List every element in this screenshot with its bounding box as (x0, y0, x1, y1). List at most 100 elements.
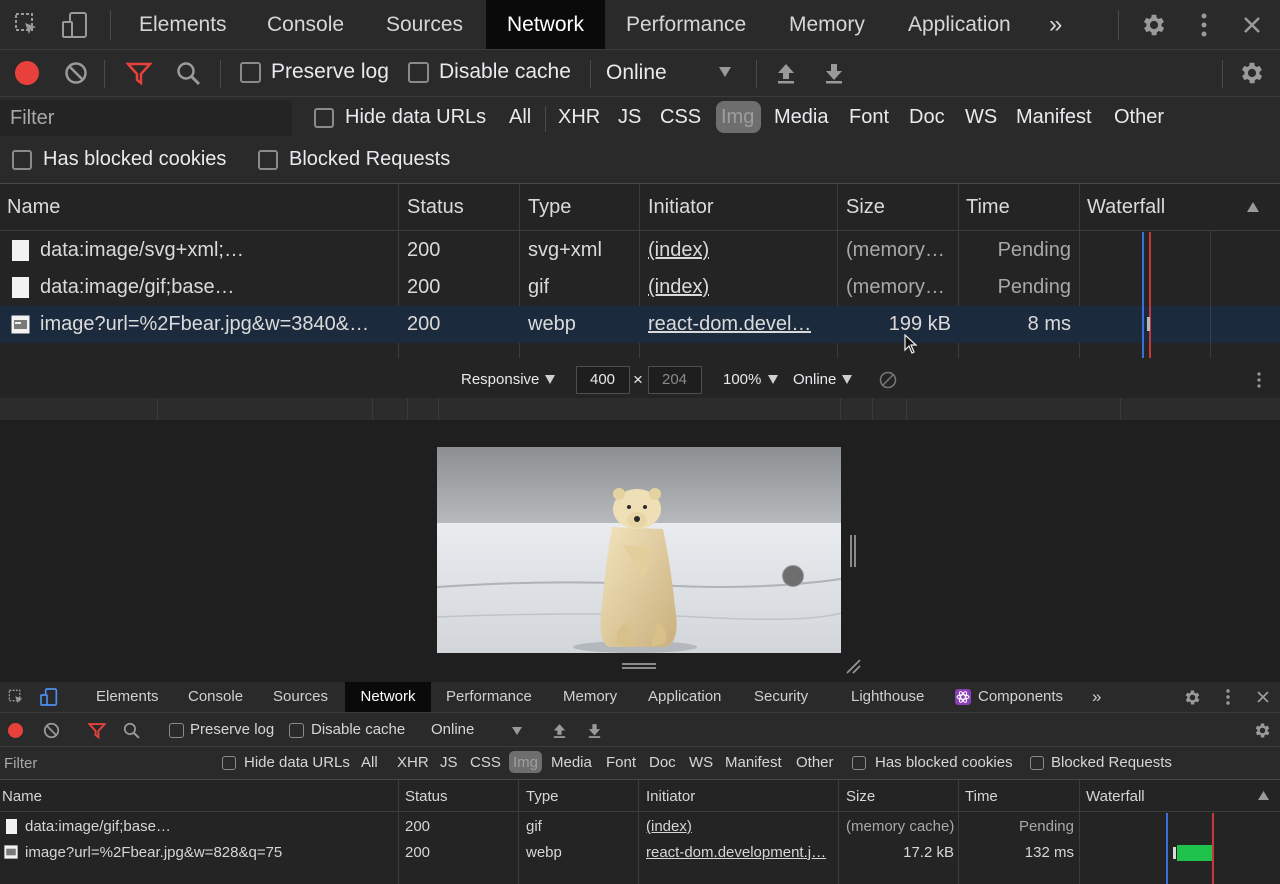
hide-data-urls-checkbox[interactable] (222, 756, 236, 770)
inspect-element-icon[interactable] (14, 12, 40, 38)
filter-type-xhr[interactable]: XHR (397, 754, 429, 771)
column-status[interactable]: Status (405, 788, 448, 805)
filter-type-all[interactable]: All (509, 106, 531, 129)
column-name[interactable]: Name (2, 788, 42, 805)
filter-type-media[interactable]: Media (774, 106, 828, 129)
request-initiator[interactable]: (index) (648, 239, 709, 262)
tab-elements[interactable]: Elements (96, 682, 159, 712)
throttling-select[interactable]: Online (431, 721, 474, 738)
filter-type-media[interactable]: Media (551, 754, 592, 771)
tab-performance[interactable]: Performance (626, 0, 746, 49)
filter-type-xhr[interactable]: XHR (558, 106, 600, 129)
tab-security[interactable]: Security (754, 682, 808, 712)
table-row-selected[interactable]: image?url=%2Fbear.jpg&w=3840&… 200 webp … (0, 306, 1280, 343)
device-toolbar-icon[interactable] (39, 687, 59, 707)
filter-type-other[interactable]: Other (796, 754, 834, 771)
search-icon[interactable] (176, 61, 202, 87)
rotate-disabled-icon[interactable] (879, 371, 897, 389)
column-initiator[interactable]: Initiator (648, 196, 714, 219)
search-icon[interactable] (123, 722, 141, 740)
chevron-down-icon[interactable] (768, 375, 778, 384)
close-icon[interactable] (1256, 690, 1270, 704)
column-type[interactable]: Type (528, 196, 571, 219)
filter-icon[interactable] (88, 722, 106, 740)
filter-icon[interactable] (126, 61, 152, 87)
sort-up-icon[interactable] (1258, 791, 1269, 800)
column-status[interactable]: Status (407, 196, 464, 219)
filter-type-img-chip[interactable]: Img (716, 101, 761, 133)
clear-icon[interactable] (64, 61, 88, 85)
filter-type-img-chip[interactable]: Img (509, 751, 542, 773)
sort-up-icon[interactable] (1246, 201, 1260, 213)
filter-type-manifest[interactable]: Manifest (725, 754, 782, 771)
request-initiator[interactable]: react-dom.development.j… (646, 844, 826, 861)
tab-memory[interactable]: Memory (789, 0, 865, 49)
table-row[interactable]: data:image/gif;base… 200 gif (index) (me… (0, 814, 1280, 840)
tab-memory[interactable]: Memory (563, 682, 617, 712)
chevron-down-icon[interactable] (512, 727, 522, 735)
preserve-log-checkbox[interactable] (169, 723, 184, 738)
filter-input[interactable]: Filter (4, 755, 37, 772)
import-har-icon[interactable] (551, 722, 568, 739)
corner-resize-icon[interactable] (845, 658, 861, 674)
network-settings-gear-icon[interactable] (1253, 721, 1272, 740)
filter-type-js[interactable]: JS (440, 754, 458, 771)
import-har-icon[interactable] (774, 61, 798, 85)
chevron-down-icon[interactable] (545, 375, 555, 384)
chevron-down-icon[interactable] (842, 375, 852, 384)
tab-application[interactable]: Application (908, 0, 1011, 49)
more-options-icon[interactable] (1196, 12, 1212, 38)
filter-input[interactable]: Filter (0, 100, 292, 136)
column-waterfall[interactable]: Waterfall (1087, 196, 1165, 219)
tab-lighthouse[interactable]: Lighthouse (851, 682, 924, 712)
column-size[interactable]: Size (846, 788, 875, 805)
filter-type-doc[interactable]: Doc (649, 754, 676, 771)
blocked-requests-checkbox[interactable] (258, 150, 278, 170)
export-har-icon[interactable] (822, 61, 846, 85)
filter-type-ws[interactable]: WS (965, 106, 997, 129)
tab-console[interactable]: Console (188, 682, 243, 712)
filter-type-all[interactable]: All (361, 754, 378, 771)
device-toolbar-icon[interactable] (60, 10, 90, 40)
device-mode-select[interactable]: Responsive (461, 371, 539, 388)
settings-gear-icon[interactable] (1140, 11, 1168, 39)
record-button[interactable] (8, 723, 23, 738)
request-initiator[interactable]: react-dom.devel… (648, 313, 811, 336)
tab-sources[interactable]: Sources (273, 682, 328, 712)
tab-components[interactable]: Components (978, 682, 1063, 712)
viewport-width-input[interactable]: 400 (576, 366, 630, 394)
more-tabs-button[interactable]: » (1092, 682, 1101, 712)
filter-type-css[interactable]: CSS (470, 754, 501, 771)
preserve-log-checkbox[interactable] (240, 62, 261, 83)
column-time[interactable]: Time (965, 788, 998, 805)
filter-type-js[interactable]: JS (618, 106, 641, 129)
zoom-select[interactable]: 100% (723, 371, 761, 388)
table-row[interactable]: image?url=%2Fbear.jpg&w=828&q=75 200 web… (0, 840, 1280, 866)
filter-type-css[interactable]: CSS (660, 106, 701, 129)
export-har-icon[interactable] (586, 722, 603, 739)
close-icon[interactable] (1242, 15, 1262, 35)
settings-gear-icon[interactable] (1183, 688, 1202, 707)
request-initiator[interactable]: (index) (648, 276, 709, 299)
column-type[interactable]: Type (526, 788, 559, 805)
has-blocked-cookies-checkbox[interactable] (12, 150, 32, 170)
has-blocked-cookies-checkbox[interactable] (852, 756, 866, 770)
inspect-element-icon[interactable] (8, 689, 25, 706)
filter-type-other[interactable]: Other (1114, 106, 1164, 129)
disable-cache-checkbox[interactable] (289, 723, 304, 738)
tab-elements[interactable]: Elements (139, 0, 227, 49)
network-settings-gear-icon[interactable] (1238, 59, 1266, 87)
chevron-down-icon[interactable] (718, 66, 732, 78)
column-size[interactable]: Size (846, 196, 885, 219)
tab-network[interactable]: Network (345, 682, 431, 712)
column-name[interactable]: Name (7, 196, 60, 219)
table-row[interactable]: data:image/svg+xml;… 200 svg+xml (index)… (0, 232, 1280, 269)
device-network-select[interactable]: Online (793, 371, 836, 388)
more-tabs-button[interactable]: » (1049, 0, 1062, 49)
bottom-resize-handle[interactable] (622, 663, 656, 665)
column-waterfall[interactable]: Waterfall (1086, 788, 1145, 805)
device-toolbar-more-icon[interactable] (1255, 371, 1263, 389)
right-resize-handle[interactable] (850, 535, 852, 567)
filter-type-doc[interactable]: Doc (909, 106, 945, 129)
table-row[interactable]: data:image/gif;base… 200 gif (index) (me… (0, 269, 1280, 306)
